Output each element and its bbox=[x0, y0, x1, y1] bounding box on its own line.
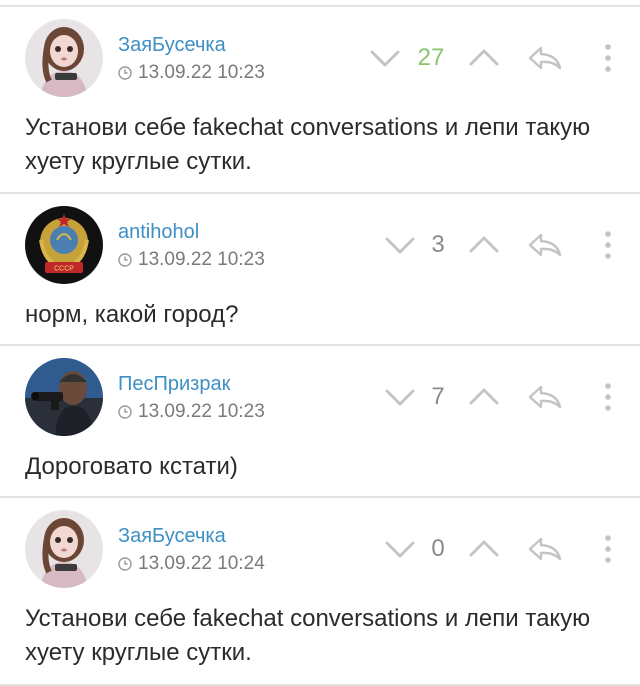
score: 0 bbox=[431, 535, 445, 562]
clock-icon bbox=[118, 66, 132, 80]
timestamp: 13.09.22 10:24 bbox=[138, 553, 265, 574]
vote-up-icon[interactable] bbox=[466, 43, 502, 73]
vote-up-icon[interactable] bbox=[466, 230, 502, 260]
comment-text: норм, какой город? bbox=[25, 301, 239, 328]
comment-text: Установи себе fakechat conversations и л… bbox=[25, 114, 591, 175]
comment-item: ЗаяБусечка 13.09.22 10:24 0 Установи себ… bbox=[0, 498, 640, 684]
vote-down-icon[interactable] bbox=[382, 534, 418, 564]
vote-down-icon[interactable] bbox=[382, 382, 418, 412]
username[interactable]: ПесПризрак bbox=[118, 373, 230, 396]
comment-text: Установи себе fakechat conversations и л… bbox=[25, 605, 591, 666]
comment-meta: 13.09.22 10:23 bbox=[118, 249, 265, 271]
clock-icon bbox=[118, 557, 132, 571]
ussr-emblem-avatar-icon: СССР bbox=[25, 206, 103, 284]
username[interactable]: ЗаяБусечка bbox=[118, 34, 226, 57]
score: 3 bbox=[431, 231, 445, 258]
vote-down-icon[interactable] bbox=[367, 43, 403, 73]
comment-meta: 13.09.22 10:24 bbox=[118, 553, 265, 575]
username[interactable]: ЗаяБусечка bbox=[118, 525, 226, 548]
comment-meta: 13.09.22 10:23 bbox=[118, 62, 265, 84]
username[interactable]: antihohol bbox=[118, 221, 199, 244]
timestamp: 13.09.22 10:23 bbox=[138, 249, 265, 270]
reply-icon[interactable] bbox=[527, 534, 563, 564]
comment-item: ЗаяБусечка 13.09.22 10:23 27 Установи се… bbox=[0, 7, 640, 192]
score: 27 bbox=[417, 44, 445, 71]
clock-icon bbox=[118, 253, 132, 267]
more-options-icon[interactable] bbox=[590, 230, 626, 260]
avatar[interactable] bbox=[25, 358, 103, 436]
avatar[interactable] bbox=[25, 19, 103, 97]
score: 7 bbox=[431, 383, 445, 410]
girl-doll-avatar-icon bbox=[25, 19, 103, 97]
more-options-icon[interactable] bbox=[590, 382, 626, 412]
avatar[interactable] bbox=[25, 510, 103, 588]
reply-icon[interactable] bbox=[527, 230, 563, 260]
clock-icon bbox=[118, 405, 132, 419]
man-with-gun-avatar-icon bbox=[25, 358, 103, 436]
vote-down-icon[interactable] bbox=[382, 230, 418, 260]
more-options-icon[interactable] bbox=[590, 534, 626, 564]
comment-text: Дороговато кстати) bbox=[25, 453, 238, 480]
comment-item: ПесПризрак 13.09.22 10:23 7 Дороговато к… bbox=[0, 346, 640, 496]
comment-item: СССР antihohol 13.09.22 10:23 3 норм, ка… bbox=[0, 194, 640, 344]
reply-icon[interactable] bbox=[527, 43, 563, 73]
svg-text:СССР: СССР bbox=[54, 266, 74, 273]
girl-doll-avatar-icon bbox=[25, 510, 103, 588]
more-options-icon[interactable] bbox=[590, 43, 626, 73]
avatar[interactable]: СССР bbox=[25, 206, 103, 284]
comment-meta: 13.09.22 10:23 bbox=[118, 401, 265, 423]
reply-icon[interactable] bbox=[527, 382, 563, 412]
vote-up-icon[interactable] bbox=[466, 534, 502, 564]
vote-up-icon[interactable] bbox=[466, 382, 502, 412]
timestamp: 13.09.22 10:23 bbox=[138, 401, 265, 422]
timestamp: 13.09.22 10:23 bbox=[138, 62, 265, 83]
